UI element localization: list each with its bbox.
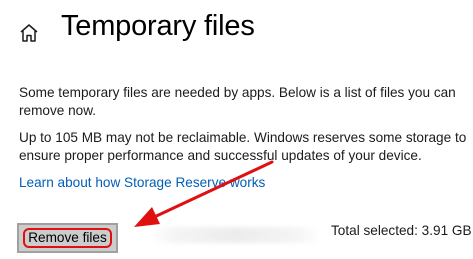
remove-files-button-frame: Remove files [17,223,118,253]
description-text: Some temporary files are needed by apps.… [19,85,456,118]
total-selected-text: Total selected: 3.91 GB [331,223,472,238]
blurred-progress-area [150,227,320,243]
page-title: Temporary files [61,10,255,42]
reserve-note-text: Up to 105 MB may not be reclaimable. Win… [19,130,467,163]
storage-reserve-link[interactable]: Learn about how Storage Reserve works [19,175,265,190]
temporary-files-page: Temporary files Some temporary files are… [0,0,473,259]
remove-files-button[interactable]: Remove files [23,228,112,248]
home-icon[interactable] [18,22,40,44]
